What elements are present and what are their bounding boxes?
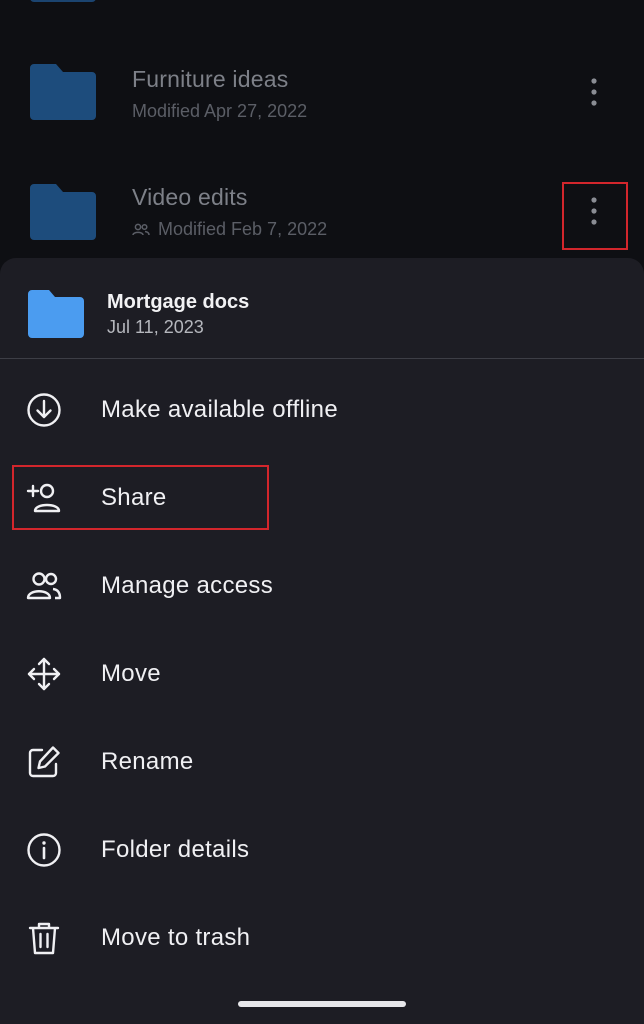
sheet-title: Mortgage docs [107,291,250,313]
info-icon [24,830,64,870]
file-list-background: Furniture ideas Modified Apr 27, 2022 Vi… [0,0,644,300]
people-icon [24,566,64,606]
divider [0,358,644,359]
folder-icon [28,290,84,338]
trash-icon [24,918,64,958]
edit-icon [24,742,64,782]
file-title: Video edits [132,184,248,210]
shared-people-icon [132,223,150,235]
download-circle-icon [24,390,64,430]
menu-item-move[interactable]: Move [0,632,644,716]
highlight-box-more-options [562,182,628,250]
menu-item-label: Make available offline [101,396,338,423]
bottom-sheet: Mortgage docs Jul 11, 2023 Make availabl… [0,258,644,1024]
list-item[interactable]: Video edits Modified Feb 7, 2022 [0,151,644,269]
file-subtitle: Modified Apr 27, 2022 [132,101,308,121]
home-indicator[interactable] [238,1001,406,1007]
menu-item-label: Move to trash [101,924,251,951]
menu-item-folder-details[interactable]: Folder details [0,808,644,892]
previous-row-fragment [30,0,96,2]
move-arrows-icon [24,654,64,694]
menu-item-label: Manage access [101,572,273,599]
file-subtitle: Modified Feb 7, 2022 [132,219,327,240]
file-title: Furniture ideas [132,66,289,92]
highlight-box-share [12,465,269,530]
menu-item-label: Rename [101,748,194,775]
folder-icon [30,64,96,120]
more-vert-icon [591,78,597,106]
sheet-header: Mortgage docs Jul 11, 2023 [0,258,644,358]
menu-item-move-to-trash[interactable]: Move to trash [0,896,644,980]
folder-icon [30,184,96,240]
sheet-date: Jul 11, 2023 [107,317,204,337]
more-options-button[interactable] [578,68,610,116]
menu-item-rename[interactable]: Rename [0,720,644,804]
menu-item-label: Folder details [101,836,250,863]
menu-item-make-available-offline[interactable]: Make available offline [0,368,644,452]
list-item[interactable]: Furniture ideas Modified Apr 27, 2022 [0,33,644,151]
menu-item-manage-access[interactable]: Manage access [0,544,644,628]
menu-item-label: Move [101,660,161,687]
